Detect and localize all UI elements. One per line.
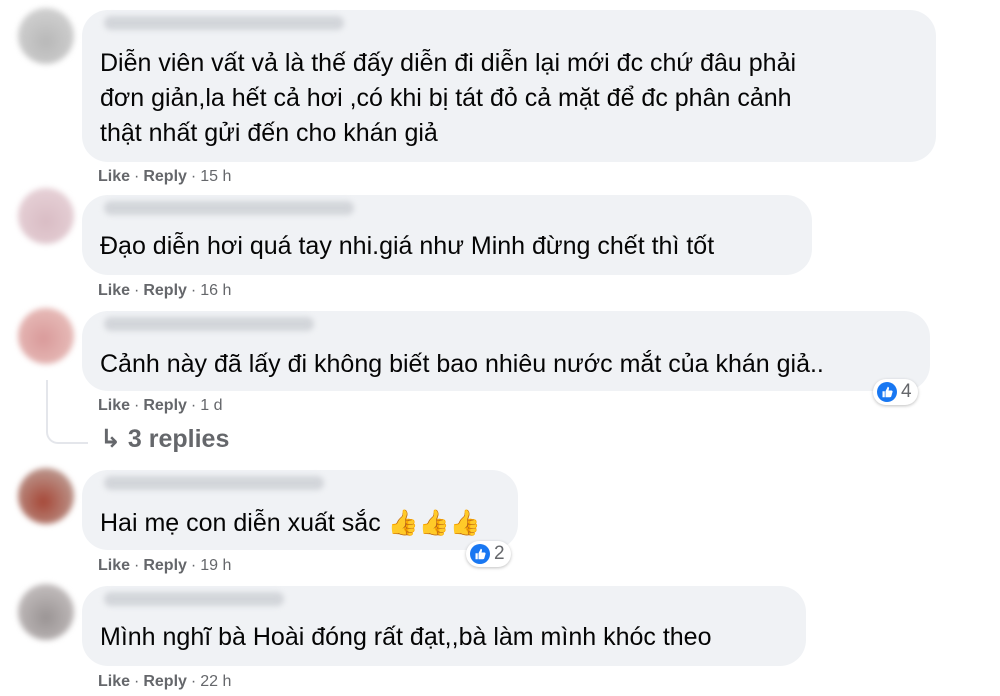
avatar[interactable] [18, 584, 74, 640]
comment-actions: Like · Reply · 1 d [98, 397, 223, 414]
commenter-name[interactable] [104, 476, 324, 490]
reply-button[interactable]: Reply [143, 282, 187, 299]
thread-connector [46, 380, 88, 444]
like-button[interactable]: Like [98, 282, 130, 299]
reply-button[interactable]: Reply [143, 673, 187, 690]
commenter-name[interactable] [104, 317, 314, 331]
reply-arrow-icon: ↳ [100, 425, 121, 453]
avatar[interactable] [18, 188, 74, 244]
comment-actions: Like · Reply · 19 h [98, 557, 232, 574]
like-button[interactable]: Like [98, 168, 130, 185]
reply-button[interactable]: Reply [143, 557, 187, 574]
comment-actions: Like · Reply · 16 h [98, 282, 232, 299]
like-button[interactable]: Like [98, 397, 130, 414]
timestamp[interactable]: 22 h [200, 673, 231, 690]
comment-text: Cảnh này đã lấy đi không biết bao nhiêu … [100, 350, 824, 378]
reply-button[interactable]: Reply [143, 397, 187, 414]
avatar[interactable] [18, 8, 74, 64]
comment-text: Diễn viên vất vả là thế đấy diễn đi diễn… [100, 49, 797, 147]
timestamp[interactable]: 15 h [200, 168, 231, 185]
reaction-count[interactable]: 4 [873, 379, 918, 405]
timestamp[interactable]: 16 h [200, 282, 231, 299]
comment-text: Hai mẹ con diễn xuất sắc 👍👍👍 [100, 509, 482, 537]
timestamp[interactable]: 1 d [200, 397, 222, 414]
thumbs-up-icon [470, 544, 490, 564]
commenter-name[interactable] [104, 592, 284, 606]
avatar[interactable] [18, 308, 74, 364]
reply-button[interactable]: Reply [143, 168, 187, 185]
comment-actions: Like · Reply · 22 h [98, 673, 232, 690]
reaction-count[interactable]: 2 [466, 541, 511, 567]
comment-actions: Like · Reply · 15 h [98, 168, 232, 185]
avatar[interactable] [18, 468, 74, 524]
commenter-name[interactable] [104, 16, 344, 30]
comment-text: Mình nghĩ bà Hoài đóng rất đạt,,bà làm m… [100, 623, 712, 651]
comment-text: Đạo diễn hơi quá tay nhi.giá như Minh đừ… [100, 232, 715, 260]
view-replies-link[interactable]: ↳ 3 replies [100, 424, 229, 454]
comment-bubble: Đạo diễn hơi quá tay nhi.giá như Minh đừ… [82, 195, 812, 275]
comment-bubble: Diễn viên vất vả là thế đấy diễn đi diễn… [82, 10, 936, 162]
thumbs-up-icon [877, 382, 897, 402]
like-button[interactable]: Like [98, 557, 130, 574]
comment-bubble: Hai mẹ con diễn xuất sắc 👍👍👍 [82, 470, 518, 550]
comment-bubble: Cảnh này đã lấy đi không biết bao nhiêu … [82, 311, 930, 391]
timestamp[interactable]: 19 h [200, 557, 231, 574]
comment-bubble: Mình nghĩ bà Hoài đóng rất đạt,,bà làm m… [82, 586, 806, 666]
commenter-name[interactable] [104, 201, 354, 215]
like-button[interactable]: Like [98, 673, 130, 690]
